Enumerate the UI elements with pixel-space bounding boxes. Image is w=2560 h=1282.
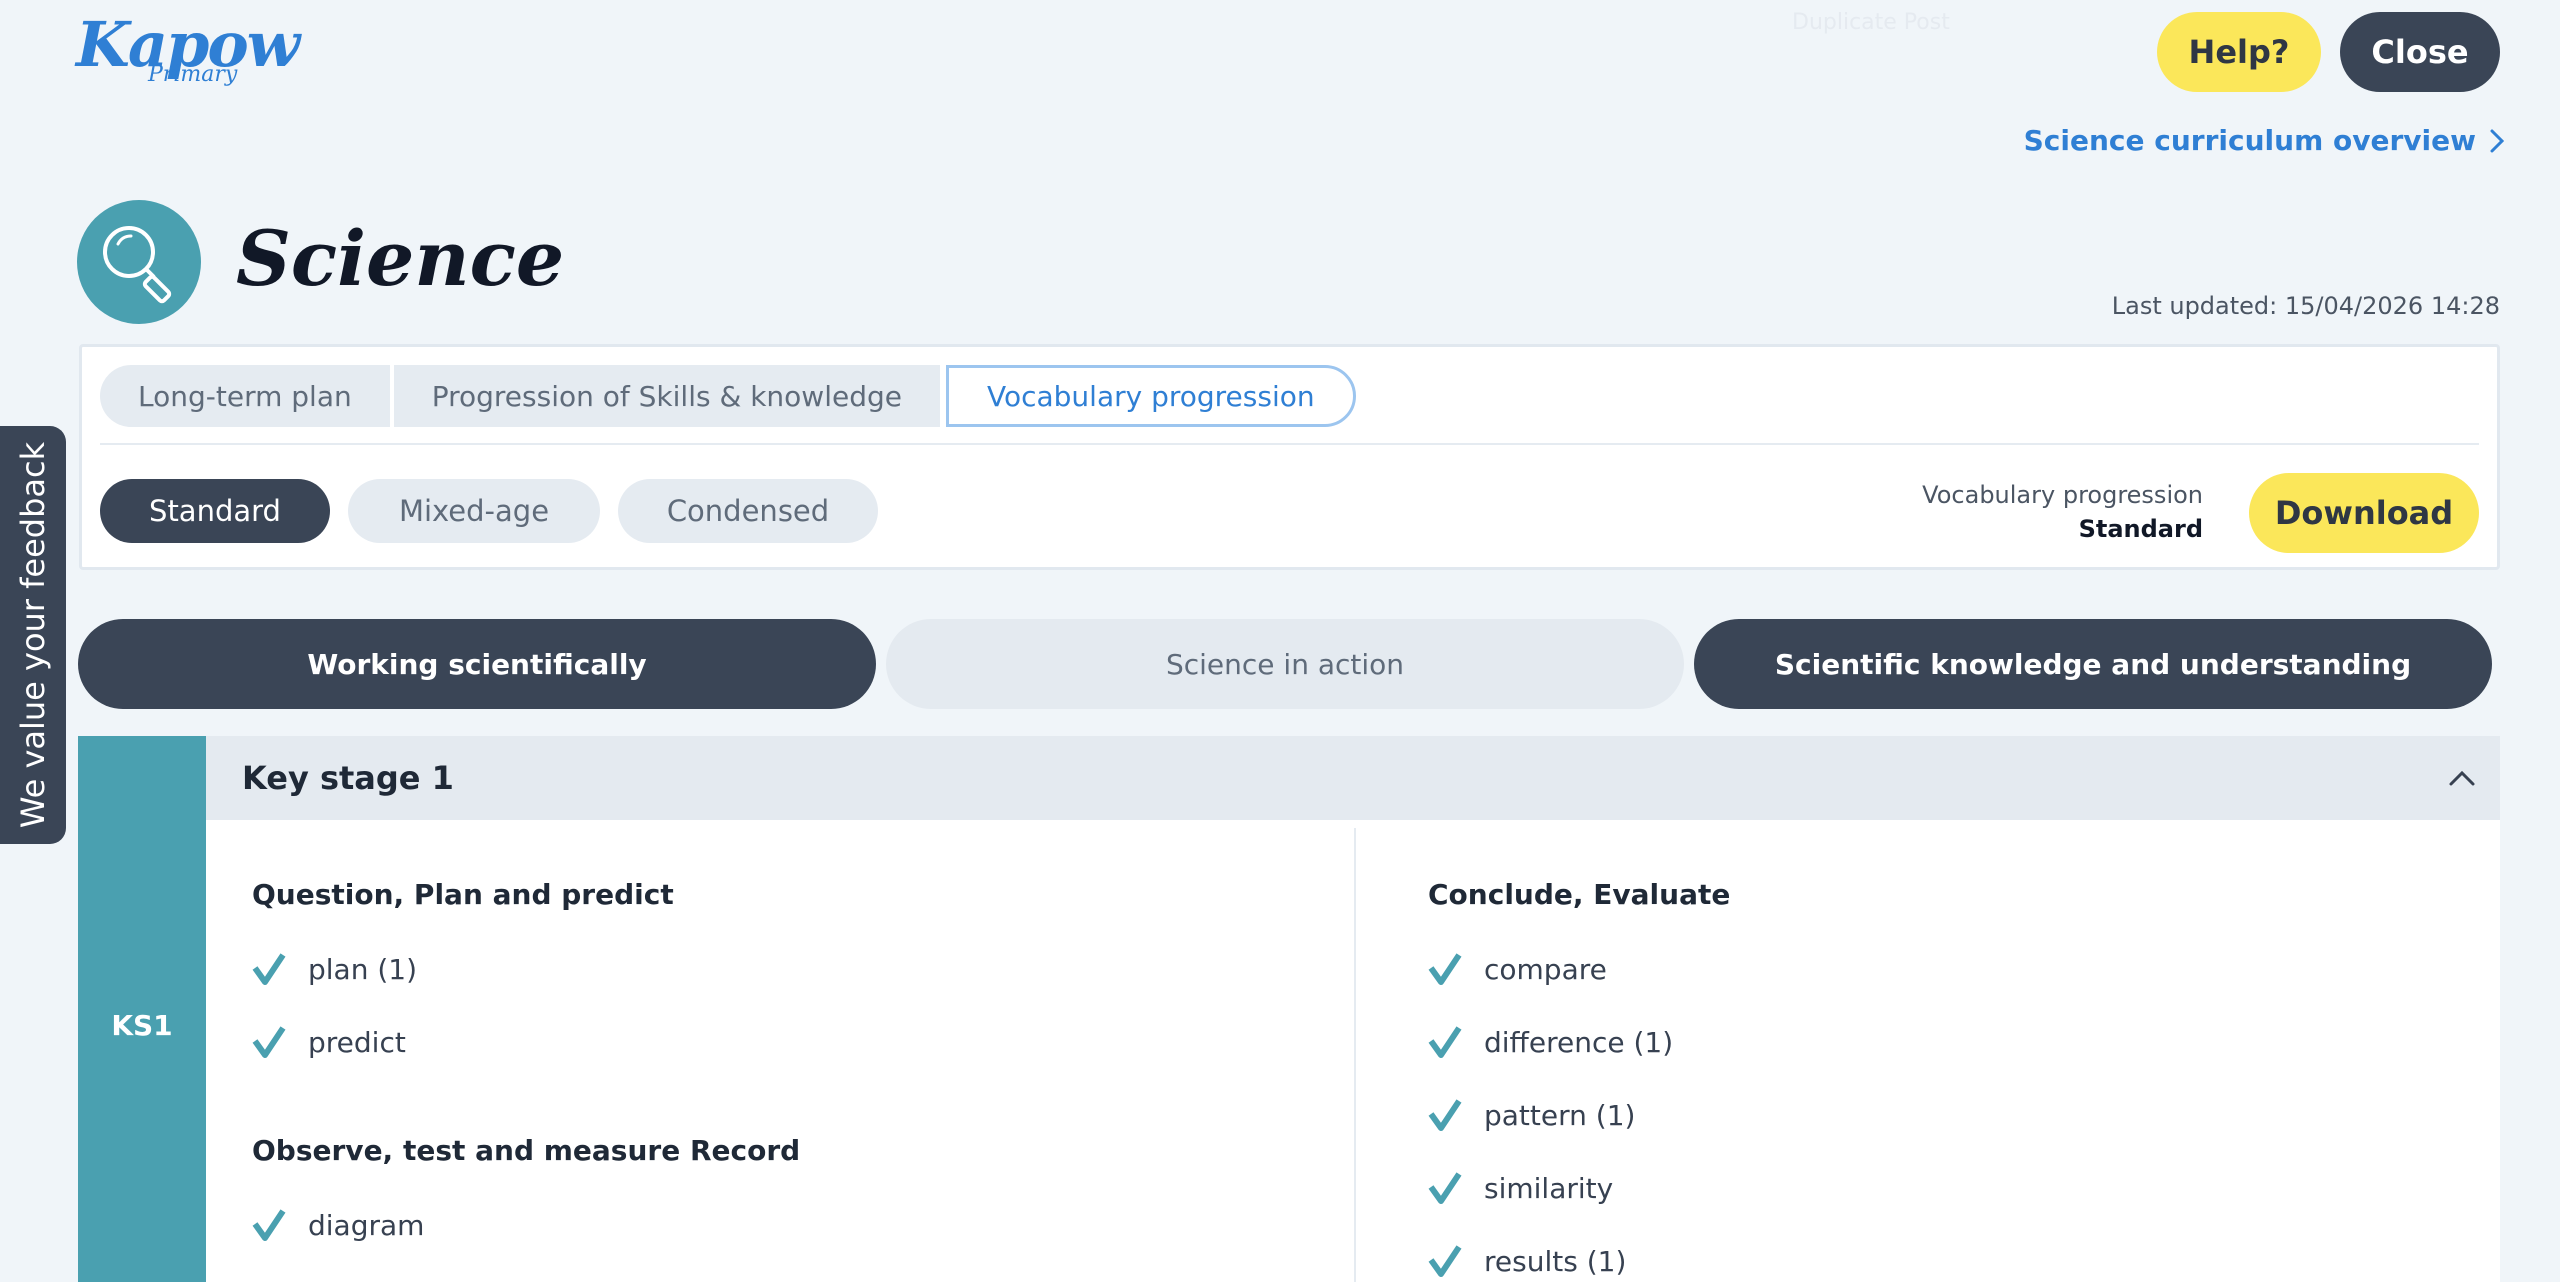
list-item-text: predict (308, 1025, 406, 1059)
download-info: Vocabulary progression Standard (1922, 481, 2203, 543)
logo-sub: Primary (148, 62, 238, 87)
category-working-scientifically[interactable]: Working scientifically (78, 619, 876, 709)
check-icon (252, 1209, 286, 1241)
chevron-up-icon[interactable] (2448, 769, 2476, 787)
list-item-text: pattern (1) (1484, 1098, 1636, 1132)
page-title: Science (236, 214, 565, 303)
list-item: plan (1) (252, 952, 417, 986)
kapow-logo[interactable]: Kapow Primary (76, 8, 300, 92)
list-item: similarity (1428, 1171, 1613, 1205)
column-divider (1354, 828, 1356, 1282)
tab-long-term-plan[interactable]: Long-term plan (100, 365, 390, 427)
feedback-tab[interactable]: We value your feedback (0, 426, 66, 844)
key-stage-header[interactable]: Key stage 1 (206, 736, 2500, 820)
list-item: diagram (252, 1208, 424, 1242)
check-icon (1428, 1099, 1462, 1131)
variant-condensed[interactable]: Condensed (618, 479, 878, 543)
ks-badge: KS1 (111, 1008, 173, 1042)
check-icon (1428, 1172, 1462, 1204)
tab-vocabulary-progression[interactable]: Vocabulary progression (945, 365, 1356, 427)
group-title: Conclude, Evaluate (1428, 878, 1731, 911)
ks-side-label: KS1 (78, 736, 206, 1282)
download-info-doc: Vocabulary progression (1922, 481, 2203, 509)
magnifying-glass-icon (77, 200, 201, 324)
list-item: results (1) (1428, 1244, 1626, 1278)
document-panel: Long-term plan Progression of Skills & k… (79, 344, 2500, 570)
variant-mixed-age[interactable]: Mixed-age (348, 479, 600, 543)
list-item-text: similarity (1484, 1171, 1614, 1205)
tab-progression-skills[interactable]: Progression of Skills & knowledge (393, 365, 940, 427)
category-scientific-knowledge[interactable]: Scientific knowledge and understanding (1694, 619, 2492, 709)
list-item: compare (1428, 952, 1607, 986)
group-title: Observe, test and measure Record (252, 1134, 801, 1167)
list-item: difference (1) (1428, 1025, 1673, 1059)
key-stage-title: Key stage 1 (242, 759, 454, 797)
chevron-right-icon (2490, 129, 2504, 152)
list-item-text: results (1) (1484, 1244, 1627, 1278)
download-info-variant: Standard (2078, 515, 2203, 543)
help-button[interactable]: Help? (2157, 12, 2321, 92)
category-science-in-action[interactable]: Science in action (886, 619, 1684, 709)
list-item-text: compare (1484, 952, 1607, 986)
download-button[interactable]: Download (2249, 473, 2479, 553)
tabs-divider (100, 443, 2479, 445)
check-icon (1428, 953, 1462, 985)
variant-selector: Standard Mixed-age Condensed (100, 479, 878, 543)
list-item-text: difference (1) (1484, 1025, 1674, 1059)
curriculum-overview-link[interactable]: Science curriculum overview (2024, 124, 2504, 157)
faint-text: Duplicate Post (1792, 10, 1950, 35)
variant-standard[interactable]: Standard (100, 479, 330, 543)
key-stage-body: Question, Plan and predict plan (1) pred… (206, 820, 2500, 1282)
group-title: Question, Plan and predict (252, 878, 674, 911)
check-icon (252, 953, 286, 985)
check-icon (1428, 1245, 1462, 1277)
check-icon (1428, 1026, 1462, 1058)
list-item-text: diagram (308, 1208, 425, 1242)
overview-link-label: Science curriculum overview (2023, 124, 2476, 157)
list-item: pattern (1) (1428, 1098, 1635, 1132)
close-button[interactable]: Close (2340, 12, 2500, 92)
last-updated: Last updated: 15/04/2026 14:28 (2111, 292, 2500, 320)
feedback-label: We value your feedback (14, 441, 53, 829)
check-icon (252, 1026, 286, 1058)
tab-bar: Long-term plan Progression of Skills & k… (100, 365, 1356, 427)
list-item: predict (252, 1025, 406, 1059)
list-item-text: plan (1) (308, 952, 418, 986)
